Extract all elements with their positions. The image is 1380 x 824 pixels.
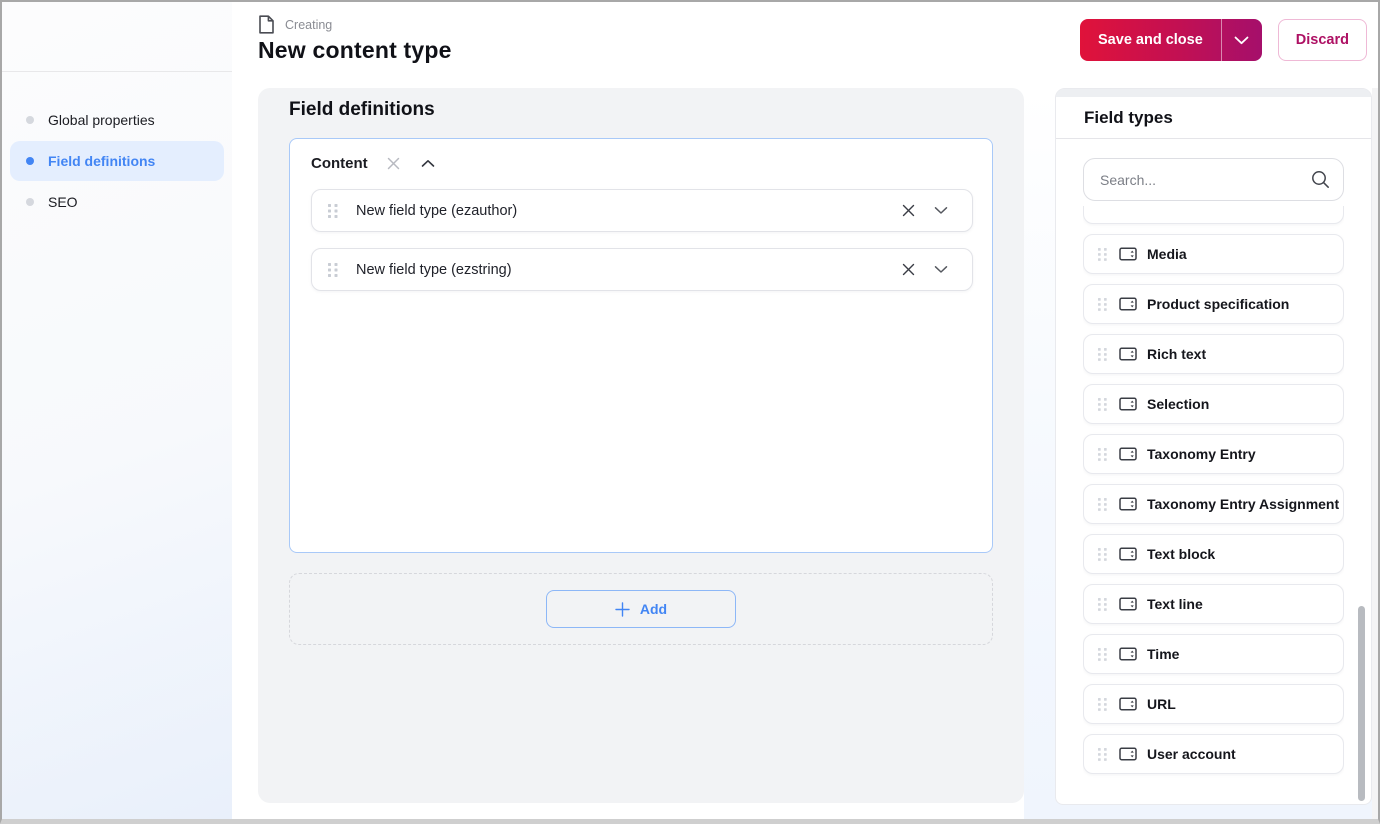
list-item-taxonomy-entry-assignment[interactable]: Taxonomy Entry Assignment — [1083, 484, 1344, 524]
field-type-icon — [1119, 397, 1137, 411]
add-button[interactable]: Add — [546, 590, 736, 628]
sidebar-item-label: Field definitions — [48, 153, 156, 169]
list-item-text-block[interactable]: Text block — [1083, 534, 1344, 574]
chevron-down-icon — [934, 207, 948, 214]
remove-field-button[interactable] — [899, 260, 918, 279]
chevron-up-icon — [421, 160, 434, 167]
field-group-content: Content New field type (ezauthor) New fi… — [289, 138, 993, 553]
field-type-label: Time — [1147, 646, 1180, 662]
list-item-partial[interactable] — [1083, 206, 1344, 224]
field-definition-label: New field type (ezstring) — [356, 261, 512, 278]
field-type-label: Taxonomy Entry — [1147, 446, 1256, 462]
plus-icon — [615, 601, 630, 617]
field-type-icon — [1119, 347, 1137, 361]
search-icon — [1311, 170, 1330, 194]
field-type-icon — [1119, 597, 1137, 611]
page-header: Creating New content type Save and close… — [232, 2, 1378, 88]
field-type-label: Rich text — [1147, 346, 1207, 362]
list-item-url[interactable]: URL — [1083, 684, 1344, 724]
drag-handle-icon — [1098, 547, 1107, 561]
field-type-icon — [1119, 297, 1137, 311]
discard-button[interactable]: Discard — [1277, 19, 1367, 61]
field-definition-row[interactable]: New field type (ezauthor) — [311, 189, 973, 232]
chevron-down-icon — [934, 266, 948, 273]
list-item-media[interactable]: Media — [1083, 234, 1344, 274]
bullet-icon — [26, 198, 34, 206]
drag-handle-icon — [1098, 347, 1107, 361]
field-type-label: User account — [1147, 746, 1236, 762]
remove-group-button[interactable] — [384, 154, 403, 173]
list-item-product-specification[interactable]: Product specification — [1083, 284, 1344, 324]
save-options-caret-button[interactable] — [1220, 19, 1262, 61]
drag-handle-icon — [1098, 597, 1107, 611]
close-icon — [902, 263, 915, 276]
group-name: Content — [311, 155, 368, 172]
field-type-icon — [1119, 497, 1137, 511]
kicker-label: Creating — [285, 17, 333, 32]
add-group-dropzone: Add — [289, 573, 993, 645]
panel-scrollbar-thumb[interactable] — [1358, 606, 1365, 801]
sidebar-item-label: Global properties — [48, 112, 155, 128]
left-sidebar: Global properties Field definitions SEO — [2, 2, 232, 819]
field-type-icon — [1119, 447, 1137, 461]
add-button-label: Add — [639, 601, 668, 617]
page-title: New content type — [258, 37, 452, 63]
list-item-taxonomy-entry[interactable]: Taxonomy Entry — [1083, 434, 1344, 474]
panel-top-cap — [1056, 89, 1371, 97]
field-type-label: URL — [1147, 696, 1176, 712]
field-type-label: Text line — [1147, 596, 1203, 612]
bullet-icon — [26, 116, 34, 124]
list-item-selection[interactable]: Selection — [1083, 384, 1344, 424]
sidebar-top-spacer — [2, 2, 232, 72]
drag-handle-icon[interactable] — [328, 203, 338, 218]
document-icon — [258, 15, 275, 34]
field-type-label: Product specification — [1147, 296, 1290, 312]
sidebar-item-field-definitions[interactable]: Field definitions — [10, 141, 224, 181]
field-types-panel: Field types Media Product specification … — [1055, 88, 1372, 805]
field-definitions-panel: Field definitions Content New field type… — [258, 88, 1024, 803]
sidebar-item-label: SEO — [48, 194, 78, 210]
drag-handle-icon — [1098, 397, 1107, 411]
close-icon — [387, 157, 399, 170]
bullet-icon — [26, 157, 34, 165]
drag-handle-icon — [1098, 447, 1107, 461]
sidebar-item-global-properties[interactable]: Global properties — [10, 100, 224, 140]
drag-handle-icon — [1098, 697, 1107, 711]
drag-handle-icon — [1098, 247, 1107, 261]
close-icon — [902, 204, 915, 217]
search-input[interactable] — [1083, 158, 1344, 201]
drag-handle-icon[interactable] — [328, 262, 338, 277]
field-definition-label: New field type (ezauthor) — [356, 202, 518, 219]
field-type-label: Taxonomy Entry Assignment — [1147, 496, 1340, 512]
sidebar-item-seo[interactable]: SEO — [10, 182, 224, 222]
field-type-icon — [1119, 647, 1137, 661]
field-type-list: Media Product specification Rich text Se… — [1083, 206, 1344, 806]
drag-handle-icon — [1098, 497, 1107, 511]
field-type-icon — [1119, 747, 1137, 761]
collapse-group-button[interactable] — [419, 157, 437, 170]
list-item-rich-text[interactable]: Rich text — [1083, 334, 1344, 374]
list-item-text-line[interactable]: Text line — [1083, 584, 1344, 624]
page-scrollbar-track[interactable] — [1372, 88, 1378, 819]
list-item-time[interactable]: Time — [1083, 634, 1344, 674]
field-type-icon — [1119, 697, 1137, 711]
field-type-icon — [1119, 247, 1137, 261]
field-type-label: Media — [1147, 246, 1187, 262]
field-definition-row[interactable]: New field type (ezstring) — [311, 248, 973, 291]
drag-handle-icon — [1098, 297, 1107, 311]
field-type-label: Selection — [1147, 396, 1210, 412]
remove-field-button[interactable] — [899, 201, 918, 220]
panel-title: Field types — [1084, 107, 1173, 127]
field-type-icon — [1119, 547, 1137, 561]
list-item-user-account[interactable]: User account — [1083, 734, 1344, 774]
save-split-button: Save and close — [1080, 19, 1262, 61]
drag-handle-icon — [1098, 747, 1107, 761]
chevron-down-icon — [1234, 36, 1249, 44]
expand-field-button[interactable] — [932, 263, 950, 276]
expand-field-button[interactable] — [932, 204, 950, 217]
drag-handle-icon — [1098, 647, 1107, 661]
section-title: Field definitions — [289, 99, 435, 120]
save-and-close-button[interactable]: Save and close — [1080, 19, 1221, 61]
field-type-label: Text block — [1147, 546, 1216, 562]
